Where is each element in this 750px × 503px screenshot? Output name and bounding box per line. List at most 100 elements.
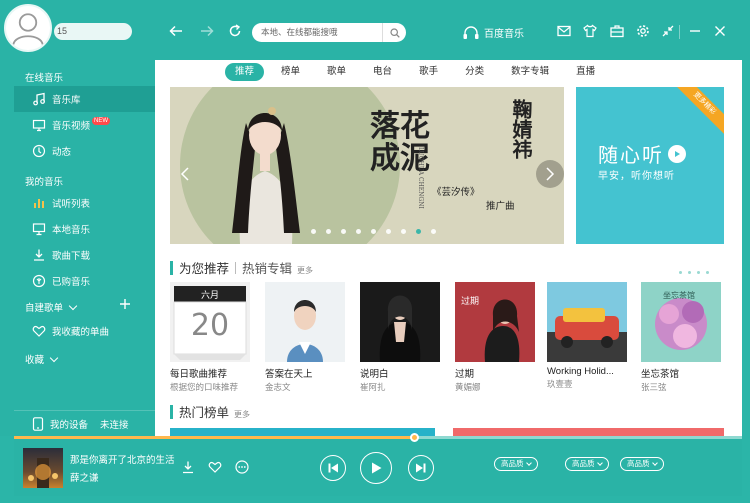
album-artist[interactable]: 崔阿扎	[360, 381, 440, 393]
phone-icon	[32, 416, 44, 431]
album-card[interactable]: 说明白 崔阿扎	[360, 282, 440, 393]
album-card[interactable]: 六月 20 每日歌曲推荐 根据您的口味推荐	[170, 282, 250, 393]
playback-mode-selector[interactable]: 高品质	[620, 457, 664, 471]
featured-banner[interactable]: 落花成泥 鞠婧祎 《芸汐传》 推广曲 LUOHUA CHENGNI	[170, 87, 564, 244]
banner-dot[interactable]	[341, 229, 346, 234]
section-collect[interactable]: 收藏	[25, 352, 59, 366]
tab-singers[interactable]: 歌手	[409, 63, 448, 81]
sidebar-item-music-video[interactable]: 音乐视频 NEW	[14, 112, 155, 138]
banner-dot[interactable]	[371, 229, 376, 234]
close-icon[interactable]	[713, 24, 727, 38]
album-title[interactable]: 过期	[455, 366, 535, 380]
side-banner-dot[interactable]	[697, 271, 700, 274]
side-banner-dot[interactable]	[688, 271, 691, 274]
album-card[interactable]: 坐忘茶馆 坐忘茶馆 张三弦	[641, 282, 721, 393]
add-playlist-icon[interactable]	[120, 299, 130, 309]
hot-albums-title[interactable]: 热销专辑	[242, 258, 292, 277]
chevron-left-icon	[180, 167, 189, 181]
download-icon[interactable]	[181, 460, 195, 474]
sidebar-item-label: 动态	[52, 147, 72, 158]
tab-digital-albums[interactable]: 数字专辑	[501, 63, 559, 81]
album-card[interactable]: 答案在天上 金志文	[265, 282, 345, 393]
tab-live[interactable]: 直播	[566, 63, 605, 81]
headphones-icon	[463, 25, 479, 39]
banner-singer-image	[232, 107, 300, 244]
progress-bar[interactable]	[14, 433, 742, 442]
album-title[interactable]: Working Holid...	[547, 366, 627, 377]
album-title[interactable]: 每日歌曲推荐	[170, 366, 250, 380]
heart-icon[interactable]	[208, 460, 222, 474]
recommend-title[interactable]: 为您推荐	[179, 258, 229, 277]
chevron-down-icon	[596, 460, 603, 466]
side-banner-dot[interactable]	[679, 271, 682, 274]
section-custom-playlists[interactable]: 自建歌单	[25, 300, 78, 314]
baidu-music-logo[interactable]: 百度音乐	[462, 25, 524, 40]
sidebar-item-favorites[interactable]: 我收藏的单曲	[14, 318, 155, 344]
now-playing-cover[interactable]	[23, 448, 63, 488]
banner-dot[interactable]	[401, 229, 406, 234]
banner-dot[interactable]	[386, 229, 391, 234]
more-options-icon[interactable]	[235, 460, 249, 474]
album-artist[interactable]: 玖壹壹	[547, 378, 627, 390]
tab-charts[interactable]: 榜单	[271, 63, 310, 81]
album-artist[interactable]: 张三弦	[641, 381, 721, 393]
album-artist[interactable]: 黄媚娜	[455, 381, 535, 393]
banner-dot[interactable]	[356, 229, 361, 234]
previous-button[interactable]	[320, 455, 346, 481]
avatar[interactable]	[4, 4, 52, 52]
back-arrow-icon[interactable]	[169, 24, 183, 38]
tab-playlists[interactable]: 歌单	[317, 63, 356, 81]
username[interactable]: 15	[54, 23, 132, 40]
banner-dot[interactable]	[431, 229, 436, 234]
album-title[interactable]: 说明白	[360, 366, 440, 380]
tab-recommend[interactable]: 推荐	[225, 63, 265, 81]
now-playing-artist[interactable]: 薛之谦	[70, 470, 99, 484]
album-title[interactable]: 答案在天上	[265, 366, 345, 380]
sidebar-item-downloads[interactable]: 歌曲下载	[14, 242, 155, 268]
album-card[interactable]: Working Holid... 玖壹壹	[547, 282, 627, 390]
album-title[interactable]: 坐忘茶馆	[641, 366, 721, 380]
banner-next-button[interactable]	[536, 160, 564, 188]
sidebar-item-purchased[interactable]: 已购音乐	[14, 268, 155, 294]
banner-dot-active[interactable]	[416, 229, 421, 234]
tab-radio[interactable]: 电台	[363, 63, 402, 81]
chart-card[interactable]	[453, 428, 724, 436]
refresh-icon[interactable]	[228, 24, 242, 38]
minimize-icon[interactable]	[688, 24, 702, 38]
now-playing-title[interactable]: 那是你离开了北京的生活	[70, 452, 175, 466]
minimize-arrows-icon[interactable]	[661, 24, 675, 38]
sidebar-item-feed[interactable]: 动态	[14, 138, 155, 164]
more-link[interactable]: 更多	[297, 265, 313, 276]
mail-icon[interactable]	[557, 24, 571, 38]
gear-icon[interactable]	[636, 24, 650, 38]
tab-categories[interactable]: 分类	[455, 63, 494, 81]
album-artist[interactable]: 金志文	[265, 381, 345, 393]
more-link[interactable]: 更多	[234, 409, 250, 420]
toolbox-icon[interactable]	[610, 24, 624, 38]
banner-dot[interactable]	[326, 229, 331, 234]
side-banner-dot[interactable]	[706, 271, 709, 274]
my-device[interactable]: 我的设备 未连接	[14, 410, 155, 436]
quality-selector[interactable]: 高品质	[494, 457, 538, 471]
search-button[interactable]	[382, 23, 406, 42]
skin-tshirt-icon[interactable]	[583, 24, 597, 38]
next-button[interactable]	[408, 455, 434, 481]
sidebar-item-label: 已购音乐	[52, 277, 91, 288]
progress-knob[interactable]	[410, 433, 420, 442]
hot-charts-title[interactable]: 热门榜单	[179, 402, 229, 421]
chevron-down-icon	[68, 301, 78, 310]
play-button[interactable]	[360, 452, 392, 484]
sidebar-item-music-library[interactable]: 音乐库	[14, 86, 155, 112]
forward-arrow-icon[interactable]	[200, 24, 214, 38]
chart-card[interactable]	[170, 428, 435, 436]
banner-dot[interactable]	[311, 229, 316, 234]
banner-prev-button[interactable]	[171, 160, 199, 188]
device-label: 我的设备	[50, 419, 89, 431]
side-banner[interactable]: 更多精彩 随心听 早安，听你想听	[576, 87, 724, 244]
user-avatar-icon	[12, 13, 44, 45]
sound-effect-selector[interactable]: 高品质	[565, 457, 609, 471]
sidebar-item-local-music[interactable]: 本地音乐	[14, 216, 155, 242]
search-input[interactable]: 本地、在线都能搜哦	[252, 23, 406, 42]
sidebar-item-listen-list[interactable]: 试听列表	[14, 190, 155, 216]
album-card[interactable]: 过期 过期 黄媚娜	[455, 282, 535, 393]
